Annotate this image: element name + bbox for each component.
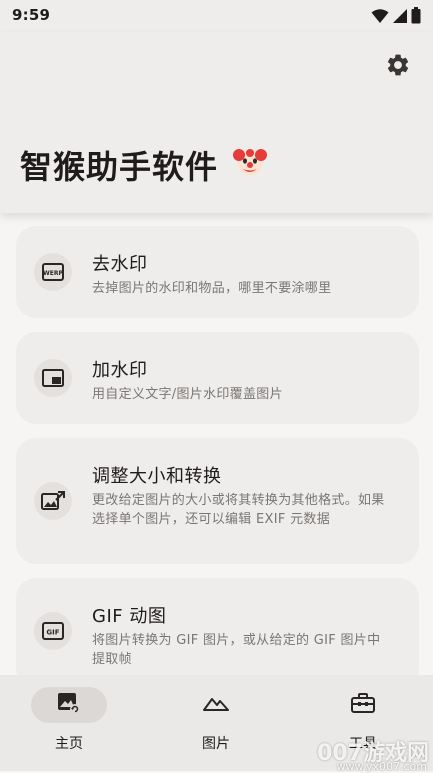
mountain-icon: [203, 694, 229, 716]
toolbox-icon: [351, 693, 375, 717]
resize-convert-icon: [34, 482, 72, 520]
feature-description: 更改给定图片的大小或将其转换为其他格式。如果选择单个图片，还可以编辑 EXIF …: [92, 493, 385, 527]
app-title-text: 智猴助手软件: [20, 148, 219, 186]
nav-label: 主页: [55, 736, 83, 752]
clown-emoji-icon: [232, 143, 268, 187]
feature-title: 调整大小和转换: [92, 466, 222, 487]
add-watermark-icon: [34, 359, 72, 397]
feature-description: 用自定义文字/图片水印覆盖图片: [92, 387, 283, 402]
settings-button[interactable]: [383, 52, 413, 82]
nav-pill: [325, 687, 401, 723]
signal-icon: [392, 8, 408, 28]
gif-icon: GIF: [34, 612, 72, 650]
feature-title: 加水印: [92, 360, 148, 381]
feature-description: 去掉图片的水印和物品，哪里不要涂哪里: [92, 281, 332, 296]
home-image-icon: [57, 692, 81, 718]
wifi-icon: [371, 8, 389, 28]
page-title: 智猴助手软件: [20, 142, 268, 188]
status-bar: 9:59: [0, 0, 433, 32]
remove-watermark-icon: WERP: [34, 253, 72, 291]
feature-card-resize-convert[interactable]: 调整大小和转换 更改给定图片的大小或将其转换为其他格式。如果选择单个图片，还可以…: [16, 438, 419, 564]
app-bar: 智猴助手软件: [0, 32, 433, 213]
svg-text:WERP: WERP: [43, 270, 63, 277]
status-icons: [371, 7, 421, 28]
bottom-navigation: 主页 图片 工具 007游戏网 www.yx007.com: [0, 675, 433, 773]
nav-label: 图片: [202, 736, 230, 752]
site-watermark-url: www.yx007.com: [336, 760, 427, 773]
nav-pill-active: [31, 687, 107, 723]
nav-pill: [178, 687, 254, 723]
status-time: 9:59: [12, 6, 51, 24]
feature-card-remove-watermark[interactable]: WERP 去水印 去掉图片的水印和物品，哪里不要涂哪里: [16, 226, 419, 318]
feature-description: 将图片转换为 GIF 图片，或从给定的 GIF 图片中提取帧: [92, 633, 381, 667]
feature-title: 去水印: [92, 254, 148, 275]
battery-icon: [411, 7, 421, 28]
feature-card-gif[interactable]: GIF GIF 动图 将图片转换为 GIF 图片，或从给定的 GIF 图片中提取…: [16, 578, 419, 688]
nav-item-images[interactable]: 图片: [156, 687, 276, 757]
feature-title: GIF 动图: [92, 606, 167, 627]
feature-card-add-watermark[interactable]: 加水印 用自定义文字/图片水印覆盖图片: [16, 332, 419, 424]
svg-text:GIF: GIF: [46, 629, 59, 637]
nav-item-home[interactable]: 主页: [9, 687, 129, 757]
gear-icon: [385, 52, 411, 82]
